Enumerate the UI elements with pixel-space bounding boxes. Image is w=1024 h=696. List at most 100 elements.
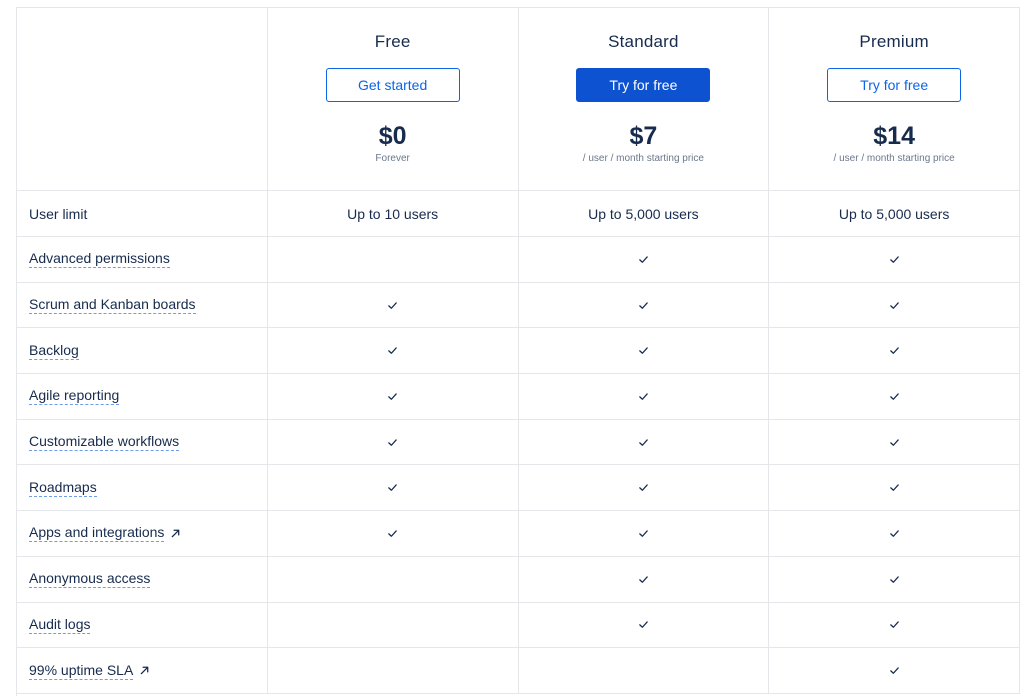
feature-availability-cell [769,602,1021,648]
check-icon [387,482,398,493]
feature-availability-cell [519,374,770,419]
feature-availability-cell [519,237,770,282]
feature-row: Roadmaps [17,465,1021,512]
feature-label-wrap[interactable]: 99% uptime SLA [29,662,150,680]
user-limit-value: Up to 5,000 users [838,205,950,222]
feature-label-cell: Anonymous access [17,556,268,602]
pricing-comparison-table: Free Get started $0 Forever Standard Try… [16,7,1021,696]
check-icon [889,574,900,585]
feature-availability-cell [769,282,1021,328]
feature-availability-cell [268,328,519,374]
plan-price: $0 [378,122,407,150]
feature-label-cell: Customizable workflows [17,419,268,465]
feature-availability-cell [519,465,770,511]
feature-availability-cell [519,511,770,556]
feature-label[interactable]: Advanced permissions [29,250,170,269]
feature-availability-cell [268,237,519,282]
feature-label-cell: Advanced permissions [17,237,268,282]
feature-rows: Advanced permissions Scrum and Kanban boa… [17,237,1021,694]
check-icon [889,482,900,493]
check-icon [638,528,649,539]
plan-price: $14 [873,122,915,150]
feature-label[interactable]: Anonymous access [29,570,151,589]
user-limit-cell: Up to 5,000 users [769,191,1021,236]
feature-label-cell: Backlog [17,328,268,374]
feature-row: Advanced permissions [17,237,1021,283]
feature-label-wrap[interactable]: Customizable workflows [29,433,180,452]
check-icon [638,391,649,402]
feature-label-wrap[interactable]: Advanced permissions [29,250,170,269]
feature-availability-cell [519,602,770,648]
feature-label-cell: Apps and integrations [17,511,268,556]
check-icon [889,254,900,265]
feature-availability-cell [769,648,1021,693]
check-icon [387,528,398,539]
check-icon [638,254,649,265]
feature-label-wrap[interactable]: Audit logs [29,616,91,634]
user-limit-cell: Up to 5,000 users [519,191,770,236]
try-premium-button[interactable]: Try for free [827,68,962,102]
check-icon [889,665,900,676]
feature-availability-cell [268,465,519,511]
feature-label[interactable]: Roadmaps [29,479,97,497]
check-icon [889,391,900,402]
feature-row: Backlog [17,328,1021,375]
feature-label[interactable]: 99% uptime SLA [29,662,134,680]
feature-availability-cell [519,648,770,693]
feature-availability-cell [769,511,1021,556]
user-limit-value: Up to 5,000 users [588,205,699,222]
check-icon [387,437,398,448]
user-limit-cell: Up to 10 users [268,191,519,236]
feature-row: Anonymous access [17,556,1021,603]
check-icon [889,300,900,311]
feature-label[interactable]: Customizable workflows [29,433,180,452]
feature-availability-cell [268,602,519,648]
feature-label-wrap[interactable]: Agile reporting [29,387,120,406]
try-standard-button[interactable]: Try for free [576,68,711,102]
feature-label-wrap[interactable]: Apps and integrations [29,524,181,543]
user-limit-label: User limit [29,205,88,222]
feature-label[interactable]: Backlog [29,342,79,360]
header-empty-cell [17,8,268,190]
plan-column-premium: Premium Try for free $14 / user / month … [769,8,1021,190]
user-limit-value: Up to 10 users [347,205,439,222]
check-icon [889,345,900,356]
plan-column-free: Free Get started $0 Forever [268,8,519,190]
feature-label-cell: Audit logs [17,602,268,648]
feature-label[interactable]: Scrum and Kanban boards [29,296,196,315]
external-link-icon[interactable] [133,665,150,676]
feature-label[interactable]: Audit logs [29,616,91,634]
feature-row: Apps and integrations [17,511,1021,557]
check-icon [387,391,398,402]
feature-label-wrap[interactable]: Roadmaps [29,479,97,497]
check-icon [638,574,649,585]
feature-row: Scrum and Kanban boards [17,282,1021,329]
feature-availability-cell [769,328,1021,374]
check-icon [387,300,398,311]
feature-row: Agile reporting [17,374,1021,420]
check-icon [387,345,398,356]
feature-availability-cell [769,374,1021,419]
feature-row: Audit logs [17,602,1021,649]
feature-availability-cell [519,328,770,374]
check-icon [638,437,649,448]
plan-name: Standard [608,32,679,51]
feature-label-wrap[interactable]: Backlog [29,342,79,360]
get-started-button[interactable]: Get started [325,68,460,102]
feature-label-cell: Roadmaps [17,465,268,511]
feature-label-cell: 99% uptime SLA [17,648,268,693]
feature-row: Customizable workflows [17,419,1021,466]
feature-label[interactable]: Apps and integrations [29,524,165,543]
feature-label-cell: Scrum and Kanban boards [17,282,268,328]
plan-price-note: / user / month starting price [833,153,955,164]
feature-label-wrap[interactable]: Anonymous access [29,570,151,589]
plan-price-note: Forever [375,153,410,164]
check-icon [638,345,649,356]
plan-price-note: / user / month starting price [582,153,704,164]
feature-label[interactable]: Agile reporting [29,387,120,406]
check-icon [889,528,900,539]
feature-label-wrap[interactable]: Scrum and Kanban boards [29,296,196,315]
external-link-icon[interactable] [164,528,181,539]
plan-name: Premium [859,32,929,51]
feature-availability-cell [268,282,519,328]
